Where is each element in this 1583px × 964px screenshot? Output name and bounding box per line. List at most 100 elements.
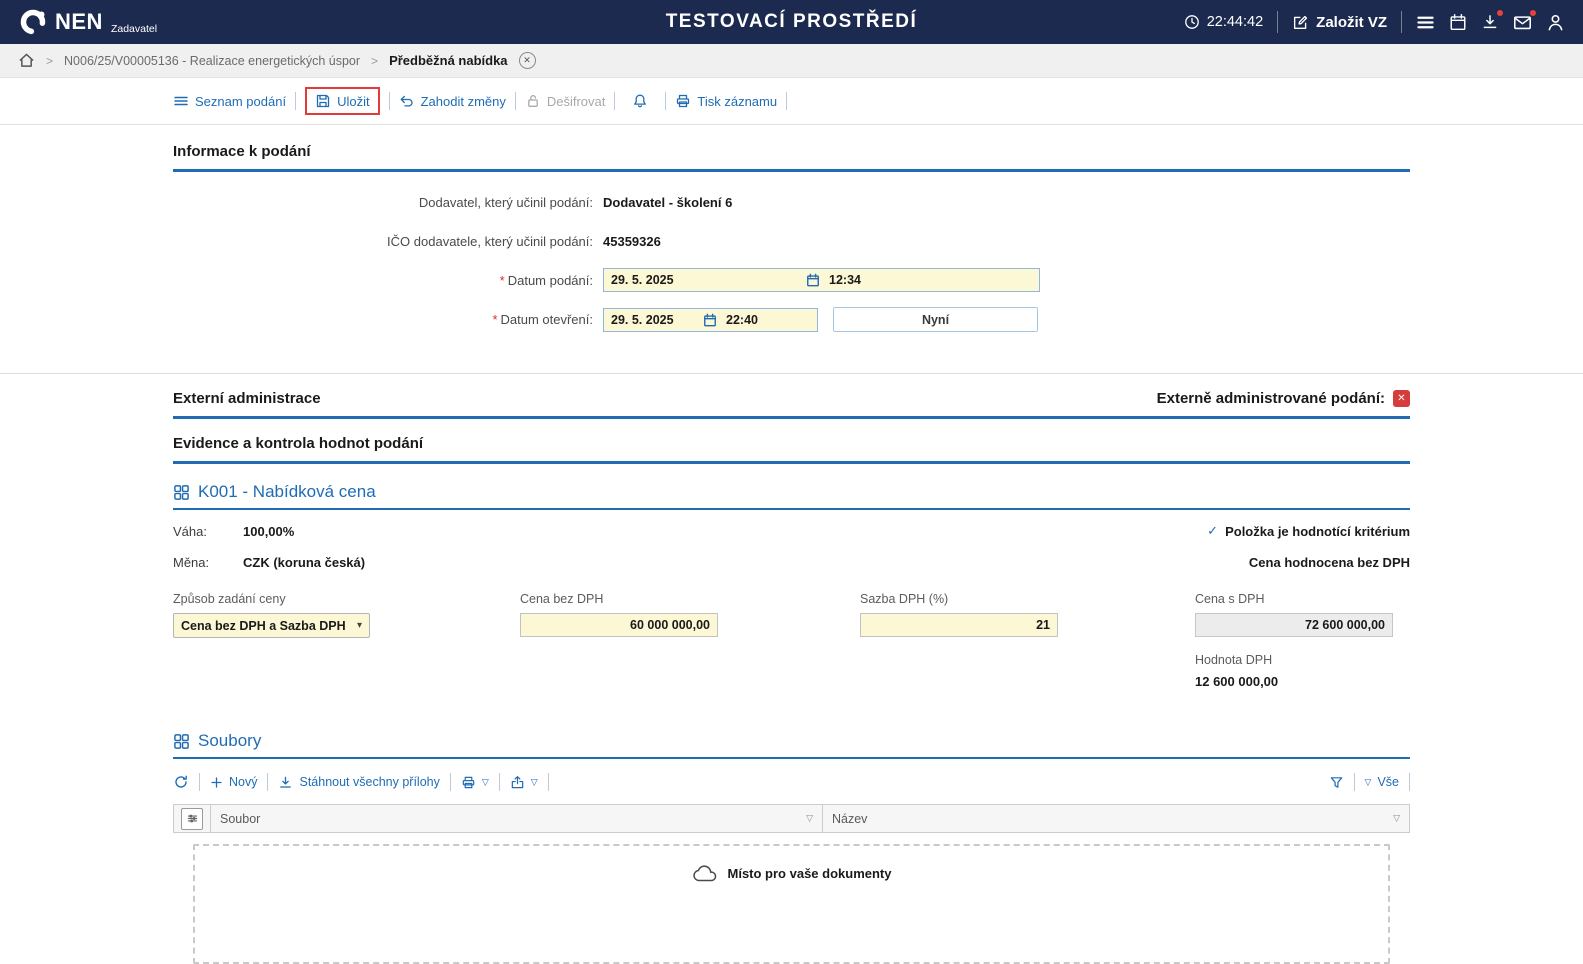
home-button[interactable] [18, 52, 35, 69]
decrypt-button[interactable]: Dešifrovat [525, 93, 606, 109]
logo-text: NEN [55, 7, 103, 37]
calendar-button[interactable] [1449, 13, 1467, 31]
refresh-button[interactable] [173, 774, 189, 790]
create-vz-button[interactable]: Založit VZ [1292, 14, 1387, 31]
top-bar: NEN Zadavatel TESTOVACÍ PROSTŘEDÍ 22:44:… [0, 0, 1583, 44]
close-tab-button[interactable]: ✕ [519, 52, 536, 69]
toolbar-separator [786, 92, 787, 110]
breadcrumb-contract[interactable]: N006/25/V00005136 - Realizace energetick… [64, 54, 360, 68]
flag-negative-icon[interactable]: ✕ [1393, 390, 1410, 407]
breadcrumb: > N006/25/V00005136 - Realizace energeti… [0, 44, 1583, 78]
now-button[interactable]: Nyní [833, 307, 1038, 332]
nen-logo[interactable]: NEN Zadavatel [18, 7, 157, 37]
vat-rate-label: Sazba DPH (%) [860, 592, 1195, 606]
notification-dot [1529, 9, 1537, 17]
messages-button[interactable] [1513, 13, 1532, 32]
breadcrumb-separator: > [46, 54, 53, 68]
time-value: 22:40 [717, 313, 758, 327]
section-underline [173, 461, 1410, 464]
save-button-highlight: Uložit [305, 87, 380, 115]
print-record-button[interactable]: Tisk záznamu [675, 93, 777, 109]
column-settings-button[interactable] [181, 808, 203, 830]
toolbar-separator [389, 92, 390, 110]
gross-price-field: 72 600 000,00 [1195, 613, 1393, 637]
column-filter-caret[interactable]: ▽ [1393, 813, 1400, 824]
price-mode-select[interactable]: Cena bez DPH a Sazba DPH ▾ [173, 613, 370, 638]
calendar-picker-button[interactable] [806, 273, 820, 287]
external-flag-label: Externě administrované podání: [1157, 390, 1385, 407]
required-marker: * [492, 312, 497, 327]
supplier-row: Dodavatel, který učinil podání: Dodavate… [173, 190, 1410, 214]
download-all-button[interactable]: Stáhnout všechny přílohy [278, 775, 439, 790]
ico-row: IČO dodavatele, který učinil podání: 453… [173, 229, 1410, 253]
calendar-icon [806, 273, 820, 287]
block-underline [173, 508, 1410, 510]
toolbar-separator [1409, 773, 1410, 791]
view-all-filter-button[interactable]: ▽ Vše [1365, 775, 1399, 789]
edit-icon [1292, 14, 1309, 31]
filter-icon [1329, 775, 1344, 790]
info-section: Informace k podání Dodavatel, který učin… [0, 125, 1583, 373]
breadcrumb-current: Předběžná nabídka [389, 53, 507, 68]
files-title-row[interactable]: Soubory [173, 731, 1410, 751]
filter-button[interactable] [1329, 775, 1344, 790]
submissions-list-button[interactable]: Seznam podání [173, 93, 286, 109]
criterion-note: Položka je hodnotící kritérium [1225, 524, 1410, 539]
calendar-icon [703, 313, 717, 327]
field-label: *Datum otevření: [173, 312, 603, 327]
refresh-icon [173, 774, 189, 790]
weight-label: Váha: [173, 524, 243, 539]
currency-value: CZK (koruna česká) [243, 555, 365, 570]
submission-datetime-input[interactable]: 29. 5. 2025 12:34 [603, 268, 1040, 292]
column-filter-caret[interactable]: ▽ [806, 813, 813, 824]
plus-icon [210, 776, 223, 789]
evidence-section: Evidence a kontrola hodnot podání K001 -… [0, 419, 1583, 964]
printer-icon [461, 775, 476, 790]
net-price-input[interactable]: 60 000 000,00 [520, 613, 718, 637]
server-clock: 22:44:42 [1184, 14, 1263, 30]
criterion-title-row[interactable]: K001 - Nabídková cena [173, 482, 1410, 502]
vat-rate-input[interactable]: 21 [860, 613, 1058, 637]
calendar-picker-button[interactable] [703, 313, 717, 327]
component-icon [173, 484, 190, 501]
home-icon [18, 52, 35, 69]
opening-datetime-input[interactable]: 29. 5. 2025 22:40 [603, 308, 818, 332]
profile-button[interactable] [1546, 13, 1565, 32]
calendar-icon [1449, 13, 1467, 31]
external-admin-section: Externí administrace Externě administrov… [0, 374, 1583, 419]
print-menu-button[interactable]: ▽ [461, 775, 489, 790]
field-value: 45359326 [603, 234, 661, 249]
vat-note: Cena hodnocena bez DPH [1249, 555, 1410, 570]
menu-button[interactable] [1416, 13, 1435, 32]
downloads-button[interactable] [1481, 13, 1499, 31]
discard-changes-button[interactable]: Zahodit změny [399, 93, 506, 109]
submit-date-row: *Datum podání: 29. 5. 2025 12:34 [173, 268, 1410, 292]
field-label: IČO dodavatele, který učinil podání: [173, 234, 603, 249]
select-caret-icon: ▾ [357, 620, 362, 631]
environment-title: TESTOVACÍ PROSTŘEDÍ [666, 11, 918, 33]
export-menu-button[interactable]: ▽ [510, 775, 538, 790]
files-table-header: Soubor ▽ Název ▽ [173, 804, 1410, 833]
file-dropzone[interactable]: Místo pro vaše dokumenty [193, 844, 1390, 964]
currency-label: Měna: [173, 555, 243, 570]
opening-date-row: *Datum otevření: 29. 5. 2025 22:40 Nyní [173, 307, 1410, 332]
breadcrumb-separator: > [371, 54, 378, 68]
clock-time: 22:44:42 [1207, 14, 1263, 30]
save-button[interactable]: Uložit [315, 93, 370, 109]
time-value: 12:34 [820, 273, 861, 287]
section-title-evidence: Evidence a kontrola hodnot podání [173, 435, 1410, 452]
bell-icon [632, 93, 648, 109]
notification-dot [1496, 9, 1504, 17]
field-label: Dodavatel, který učinil podání: [173, 195, 603, 210]
toolbar-separator [450, 773, 451, 791]
caret-down-icon: ▽ [1365, 777, 1372, 788]
notifications-button[interactable] [632, 93, 648, 109]
vat-amount-value: 12 600 000,00 [1195, 674, 1410, 689]
field-value: Dodavatel - školení 6 [603, 195, 732, 210]
toolbar-separator [1354, 773, 1355, 791]
new-file-button[interactable]: Nový [210, 775, 257, 789]
unlock-icon [525, 93, 541, 109]
toolbar-separator [614, 92, 615, 110]
clock-icon [1184, 14, 1200, 30]
column-header-name: Název [832, 812, 867, 826]
